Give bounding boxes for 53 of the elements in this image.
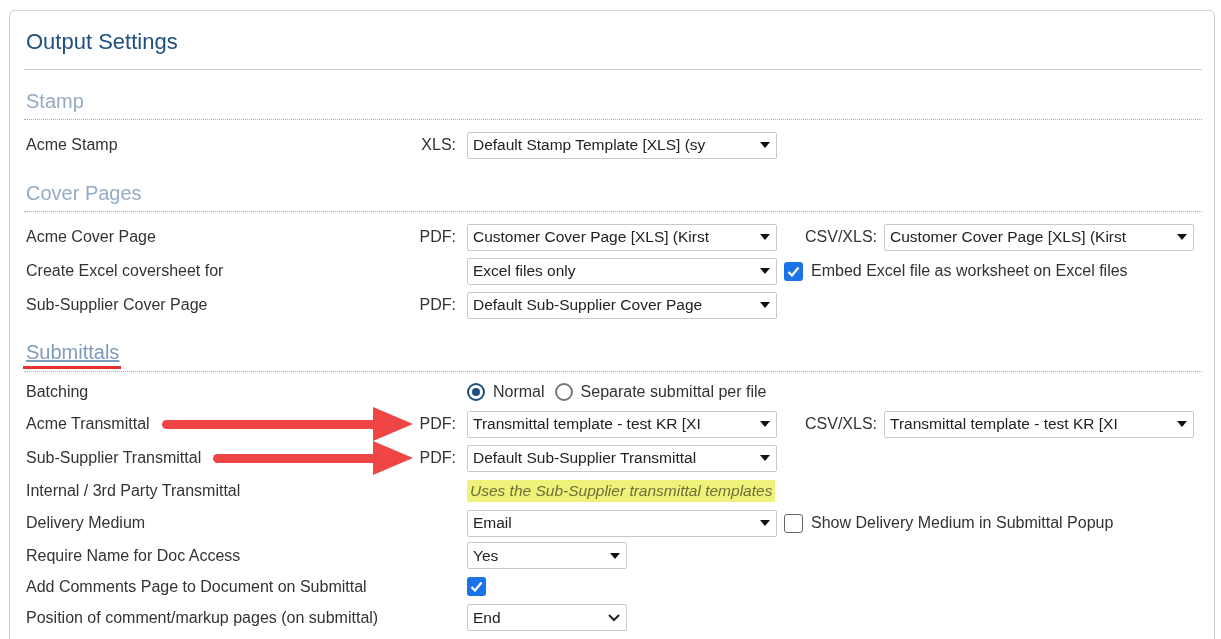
radio-option[interactable]: Separate submittal per file xyxy=(554,382,767,401)
dropdown[interactable]: Default Stamp Template [XLS] (sy xyxy=(467,131,777,159)
chevron-down-icon xyxy=(608,613,620,622)
dropdown[interactable]: Yes xyxy=(467,542,627,569)
section-heading: Stamp xyxy=(26,90,84,113)
caret-down-icon xyxy=(760,455,770,461)
format-label: PDF: xyxy=(419,415,456,432)
caret-down-icon xyxy=(1177,234,1188,240)
caret-down-icon xyxy=(760,268,770,274)
setting-label: Sub-Supplier Transmittal xyxy=(26,449,202,467)
dropdown[interactable]: Default Sub-Supplier Transmittal xyxy=(467,444,777,472)
dropdown[interactable]: Excel files only xyxy=(467,257,777,285)
checkbox-label: Show Delivery Medium in Submittal Popup xyxy=(811,514,1114,532)
dropdown[interactable]: Customer Cover Page [XLS] (Kirst xyxy=(884,223,1195,251)
dropdown[interactable]: Transmittal template - test KR [XI xyxy=(467,410,777,438)
format-label: PDF: xyxy=(419,296,456,313)
highlighted-note: Uses the Sub-Supplier transmittal templates xyxy=(467,479,776,502)
format-label: PDF: xyxy=(419,449,456,466)
caret-down-icon xyxy=(1177,421,1188,427)
setting-label: Require Name for Doc Access xyxy=(26,546,241,565)
setting-label: Batching xyxy=(26,382,89,401)
format-label: CSV/XLS: xyxy=(805,415,878,433)
caret-down-icon xyxy=(760,142,770,148)
dropdown[interactable]: Default Sub-Supplier Cover Page xyxy=(467,291,777,319)
checkbox[interactable] xyxy=(784,261,803,281)
dropdown[interactable]: Customer Cover Page [XLS] (Kirst xyxy=(467,223,777,251)
dropdown[interactable]: Transmittal template - test KR [XI xyxy=(884,410,1195,438)
radio-option[interactable]: Normal xyxy=(467,382,545,401)
dropdown[interactable]: End xyxy=(467,604,627,631)
format-label: CSV/XLS: xyxy=(805,228,878,246)
section-heading: Submittals xyxy=(23,341,122,369)
caret-down-icon xyxy=(610,552,620,559)
setting-label: Position of comment/markup pages (on submittal) xyxy=(26,608,379,627)
caret-down-icon xyxy=(760,234,770,240)
checkbox[interactable] xyxy=(784,513,803,533)
setting-label: Sub-Supplier Cover Page xyxy=(26,296,208,314)
format-label: XLS: xyxy=(421,136,456,153)
page-title: Output Settings xyxy=(24,11,1202,70)
checkbox[interactable] xyxy=(467,577,486,596)
setting-label: Acme Cover Page xyxy=(26,228,156,246)
setting-label: Acme Stamp xyxy=(26,136,118,154)
setting-label: Delivery Medium xyxy=(26,514,146,532)
setting-label: Add Comments Page to Document on Submittal xyxy=(26,577,367,596)
dropdown[interactable]: Email xyxy=(467,509,777,537)
setting-label: Create Excel coversheet for xyxy=(26,262,224,280)
format-label: PDF: xyxy=(419,228,456,245)
setting-label: Acme Transmittal xyxy=(26,415,150,433)
caret-down-icon xyxy=(760,520,770,526)
checkbox-label: Embed Excel file as worksheet on Excel files xyxy=(811,262,1128,280)
section-heading: Cover Pages xyxy=(26,182,142,205)
setting-label: Internal / 3rd Party Transmittal xyxy=(26,481,241,500)
caret-down-icon xyxy=(760,421,770,427)
caret-down-icon xyxy=(760,302,770,308)
